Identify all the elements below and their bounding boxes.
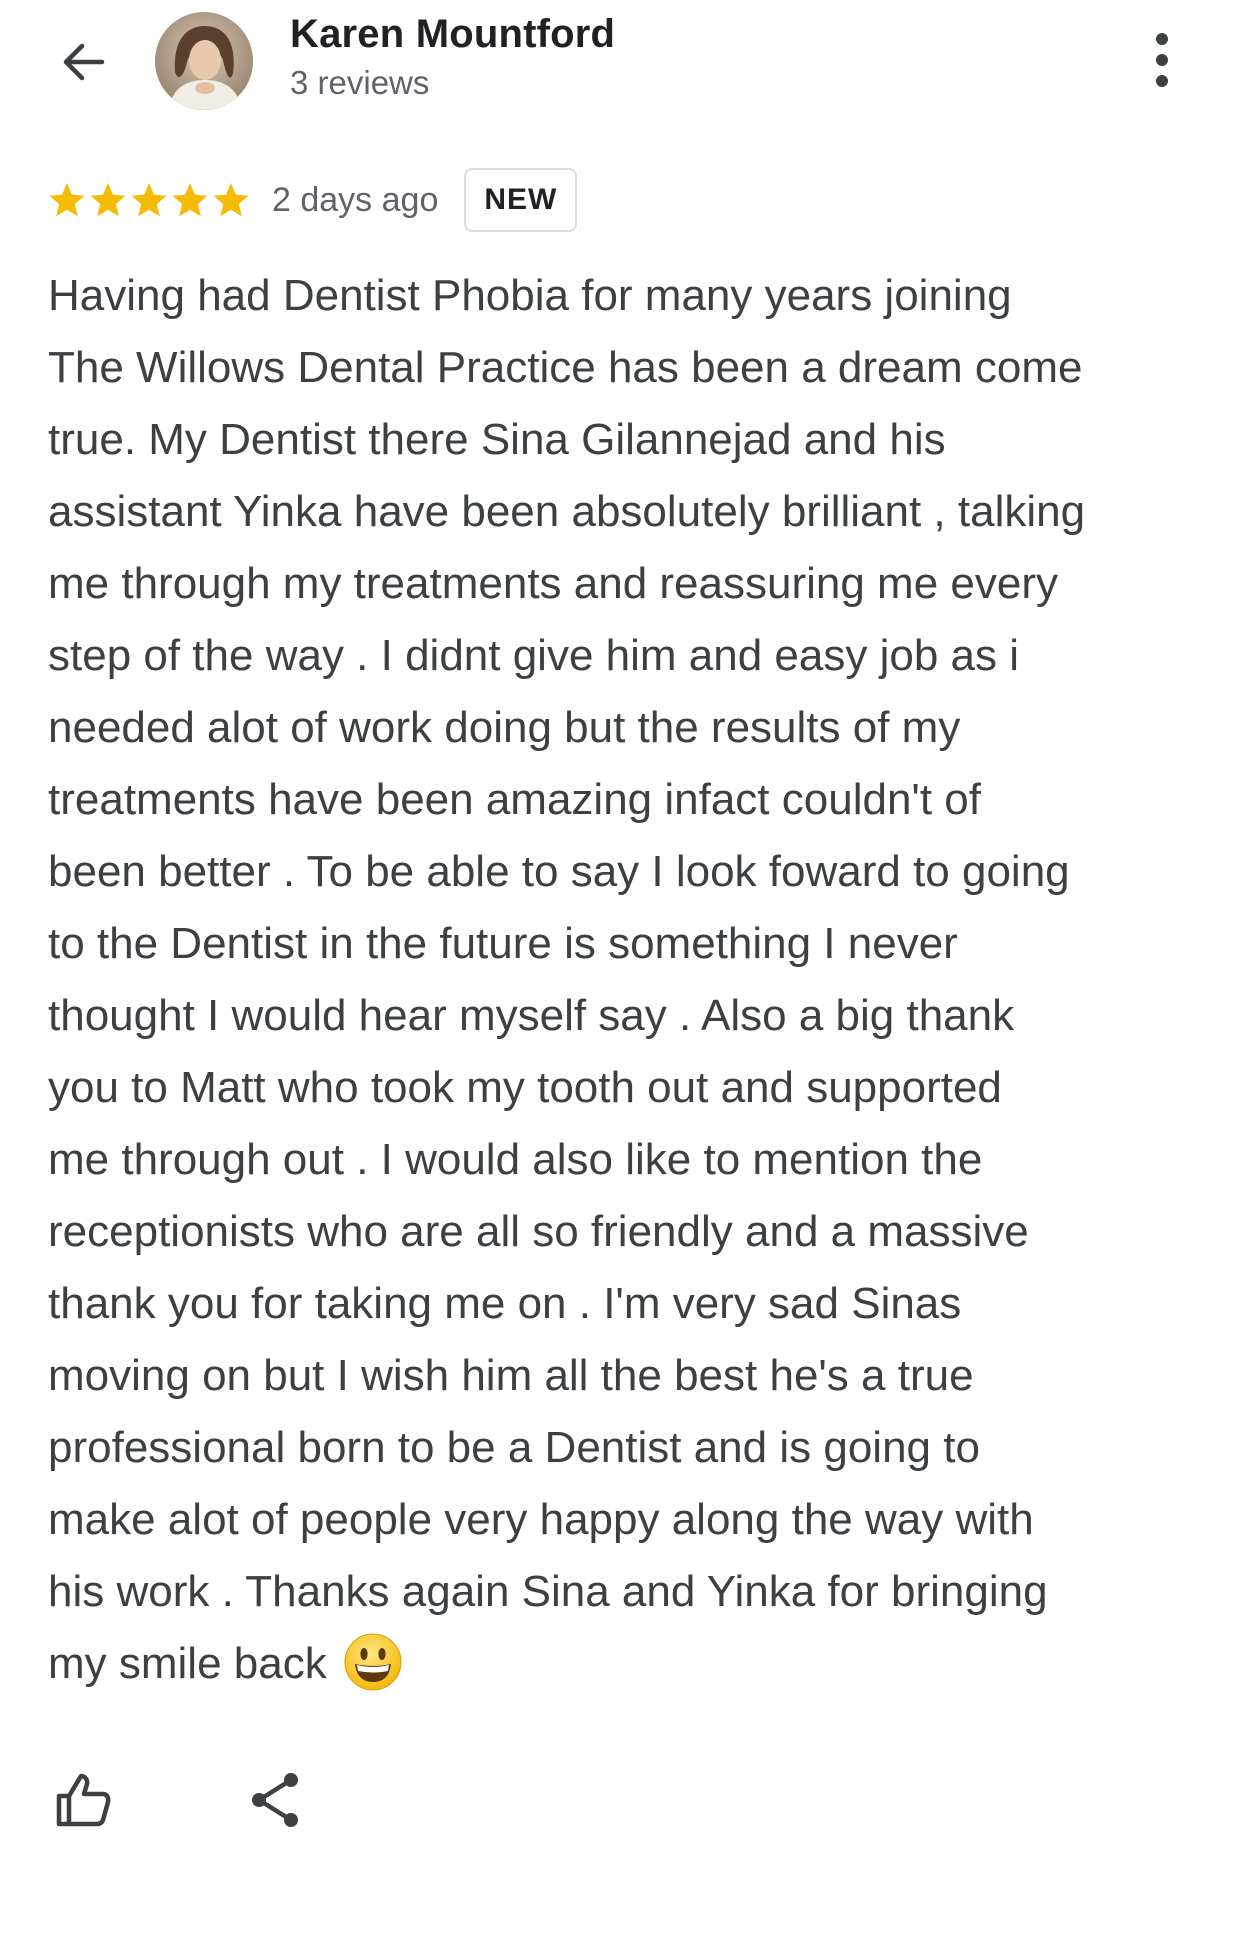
review-text-line: Having had Dentist Phobia for many years… bbox=[48, 271, 1012, 320]
new-badge: NEW bbox=[464, 168, 578, 232]
share-icon bbox=[252, 1773, 298, 1827]
star-icon bbox=[213, 183, 249, 217]
review-text-line: assistant Yinka have been absolutely bri… bbox=[48, 487, 1086, 536]
review-text-line: The Willows Dental Practice has been a d… bbox=[48, 343, 1083, 392]
review-text-line: you to Matt who took my tooth out and su… bbox=[48, 1063, 1002, 1112]
review-text-line: moving on but I wish him all the best he… bbox=[48, 1351, 974, 1400]
thumb-up-icon bbox=[56, 1773, 111, 1827]
share-button[interactable] bbox=[240, 1765, 310, 1835]
review-text-line: true. My Dentist there Sina Gilannejad a… bbox=[48, 415, 946, 464]
review-text-line: to the Dentist in the future is somethin… bbox=[48, 919, 958, 968]
star-icon bbox=[172, 183, 208, 217]
review-count[interactable]: 3 reviews bbox=[290, 64, 429, 102]
review-text-line: receptionists who are all so friendly an… bbox=[48, 1207, 1029, 1256]
review-text-line: been better . To be able to say I look f… bbox=[48, 847, 1070, 896]
star-icon bbox=[90, 183, 126, 217]
author-name[interactable]: Karen Mountford bbox=[290, 12, 615, 57]
review-meta: 2 days ago NEW bbox=[48, 168, 578, 232]
more-options-button[interactable] bbox=[1140, 28, 1184, 92]
review-text-line: thank you for taking me on . I'm very sa… bbox=[48, 1279, 962, 1328]
review-header: Karen Mountford 3 reviews bbox=[0, 0, 1242, 120]
review-text: Having had Dentist Phobia for many years… bbox=[48, 260, 1208, 1700]
review-text-line: me through out . I would also like to me… bbox=[48, 1135, 983, 1184]
more-vert-icon bbox=[1156, 33, 1168, 45]
review-actions bbox=[48, 1765, 310, 1835]
arrow-back-icon bbox=[63, 43, 105, 81]
star-icon bbox=[131, 183, 167, 217]
avatar[interactable] bbox=[155, 12, 253, 110]
star-icon bbox=[49, 183, 85, 217]
back-button[interactable] bbox=[52, 30, 116, 94]
review-text-line: my smile back bbox=[48, 1628, 1208, 1700]
review-text-line: make alot of people very happy along the… bbox=[48, 1495, 1034, 1544]
review-text-line: step of the way . I didnt give him and e… bbox=[48, 631, 1019, 680]
grinning-face-emoji bbox=[344, 1633, 402, 1691]
review-date: 2 days ago bbox=[272, 180, 439, 219]
star-rating bbox=[48, 181, 250, 219]
review-text-line: thought I would hear myself say . Also a… bbox=[48, 991, 1015, 1040]
review-text-line: professional born to be a Dentist and is… bbox=[48, 1423, 980, 1472]
review-text-line: his work . Thanks again Sina and Yinka f… bbox=[48, 1567, 1048, 1616]
like-button[interactable] bbox=[48, 1765, 118, 1835]
review-text-line: needed alot of work doing but the result… bbox=[48, 703, 961, 752]
review-text-line: treatments have been amazing infact coul… bbox=[48, 775, 981, 824]
review-text-line: me through my treatments and reassuring … bbox=[48, 559, 1059, 608]
